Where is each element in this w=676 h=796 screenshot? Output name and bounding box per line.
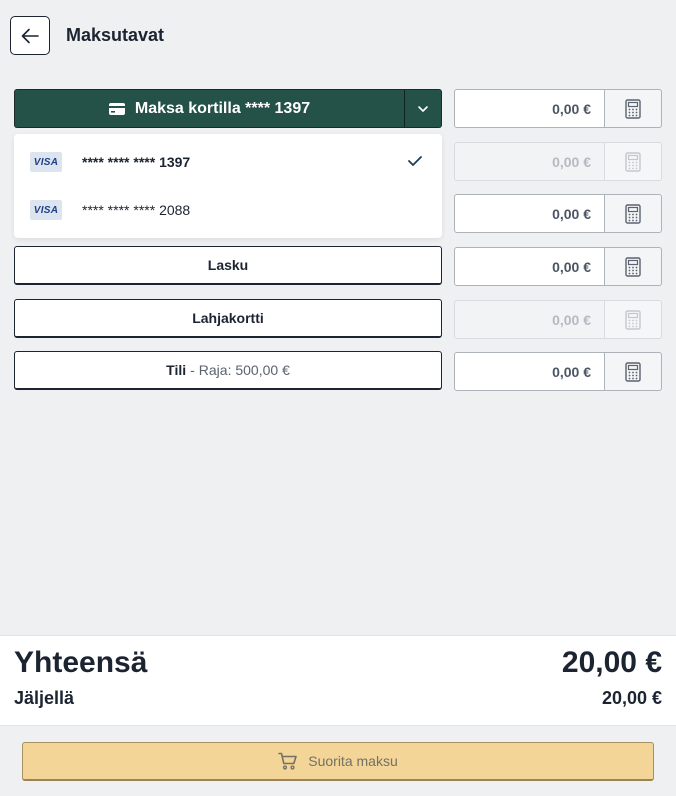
calculator-button[interactable]: [605, 194, 662, 233]
chevron-down-icon: [418, 105, 428, 112]
amount-row: [454, 89, 662, 128]
total-value: 20,00 €: [561, 646, 662, 679]
card-option-1397[interactable]: VISA **** **** **** 1397: [14, 138, 442, 186]
amount-input[interactable]: [454, 247, 605, 286]
card-payment-button[interactable]: Maksa kortilla **** 1397: [14, 89, 404, 128]
calculator-button: [605, 300, 662, 339]
account-button[interactable]: Tili - Raja: 500,00 €: [14, 351, 442, 390]
account-separator: -: [190, 362, 195, 378]
card-option-2088[interactable]: VISA **** **** **** 2088: [14, 186, 442, 234]
amount-row: [454, 194, 662, 233]
remaining-label: Jäljellä: [14, 688, 75, 708]
total-label: Yhteensä: [14, 646, 148, 679]
calculator-button: [605, 142, 662, 181]
amount-row: [454, 247, 662, 286]
card-option-number: **** **** **** 2088: [82, 202, 191, 218]
invoice-label: Lasku: [207, 257, 249, 273]
calculator-button[interactable]: [605, 247, 662, 286]
giftcard-button[interactable]: Lahjakortti: [14, 299, 442, 338]
amount-input[interactable]: [454, 194, 605, 233]
submit-label: Suorita maksu: [308, 753, 398, 769]
account-label: Tili: [166, 362, 187, 378]
submit-payment-button[interactable]: Suorita maksu: [22, 742, 654, 781]
visa-logo-icon: VISA: [30, 200, 62, 220]
calculator-icon: [625, 151, 641, 172]
card-dropdown-menu: VISA **** **** **** 1397 VISA **** **** …: [14, 134, 442, 238]
checkmark-icon: [408, 156, 422, 166]
back-button[interactable]: [10, 16, 50, 55]
calculator-icon: [625, 203, 641, 224]
invoice-button[interactable]: Lasku: [14, 246, 442, 285]
calculator-icon: [625, 361, 641, 382]
visa-logo-icon: VISA: [30, 152, 62, 172]
shopping-cart-icon: [278, 752, 298, 770]
arrow-left-icon: [21, 28, 39, 43]
amount-row: [454, 352, 662, 391]
page-title: Maksutavat: [66, 25, 165, 45]
calculator-button[interactable]: [605, 89, 662, 128]
footer: Suorita maksu: [0, 725, 676, 796]
account-limit: Raja: 500,00 €: [198, 362, 290, 378]
card-option-number: **** **** **** 1397: [82, 154, 191, 170]
card-dropdown-toggle[interactable]: [404, 89, 442, 128]
amount-row: [454, 142, 662, 181]
giftcard-label: Lahjakortti: [192, 310, 264, 326]
calculator-button[interactable]: [605, 352, 662, 391]
amount-input: [454, 142, 605, 181]
card-payment-split-button: Maksa kortilla **** 1397: [14, 89, 442, 128]
amount-row: [454, 300, 662, 339]
amount-input[interactable]: [454, 352, 605, 391]
amount-input: [454, 300, 605, 339]
payment-summary: Yhteensä 20,00 € Jäljellä 20,00 €: [0, 635, 676, 725]
remaining-value: 20,00 €: [601, 688, 662, 708]
credit-card-icon: [108, 102, 125, 115]
calculator-icon: [625, 256, 641, 277]
card-payment-label: Maksa kortilla **** 1397: [134, 99, 311, 117]
calculator-icon: [625, 98, 641, 119]
header: Maksutavat: [0, 0, 676, 72]
calculator-icon: [625, 309, 641, 330]
amount-input[interactable]: [454, 89, 605, 128]
